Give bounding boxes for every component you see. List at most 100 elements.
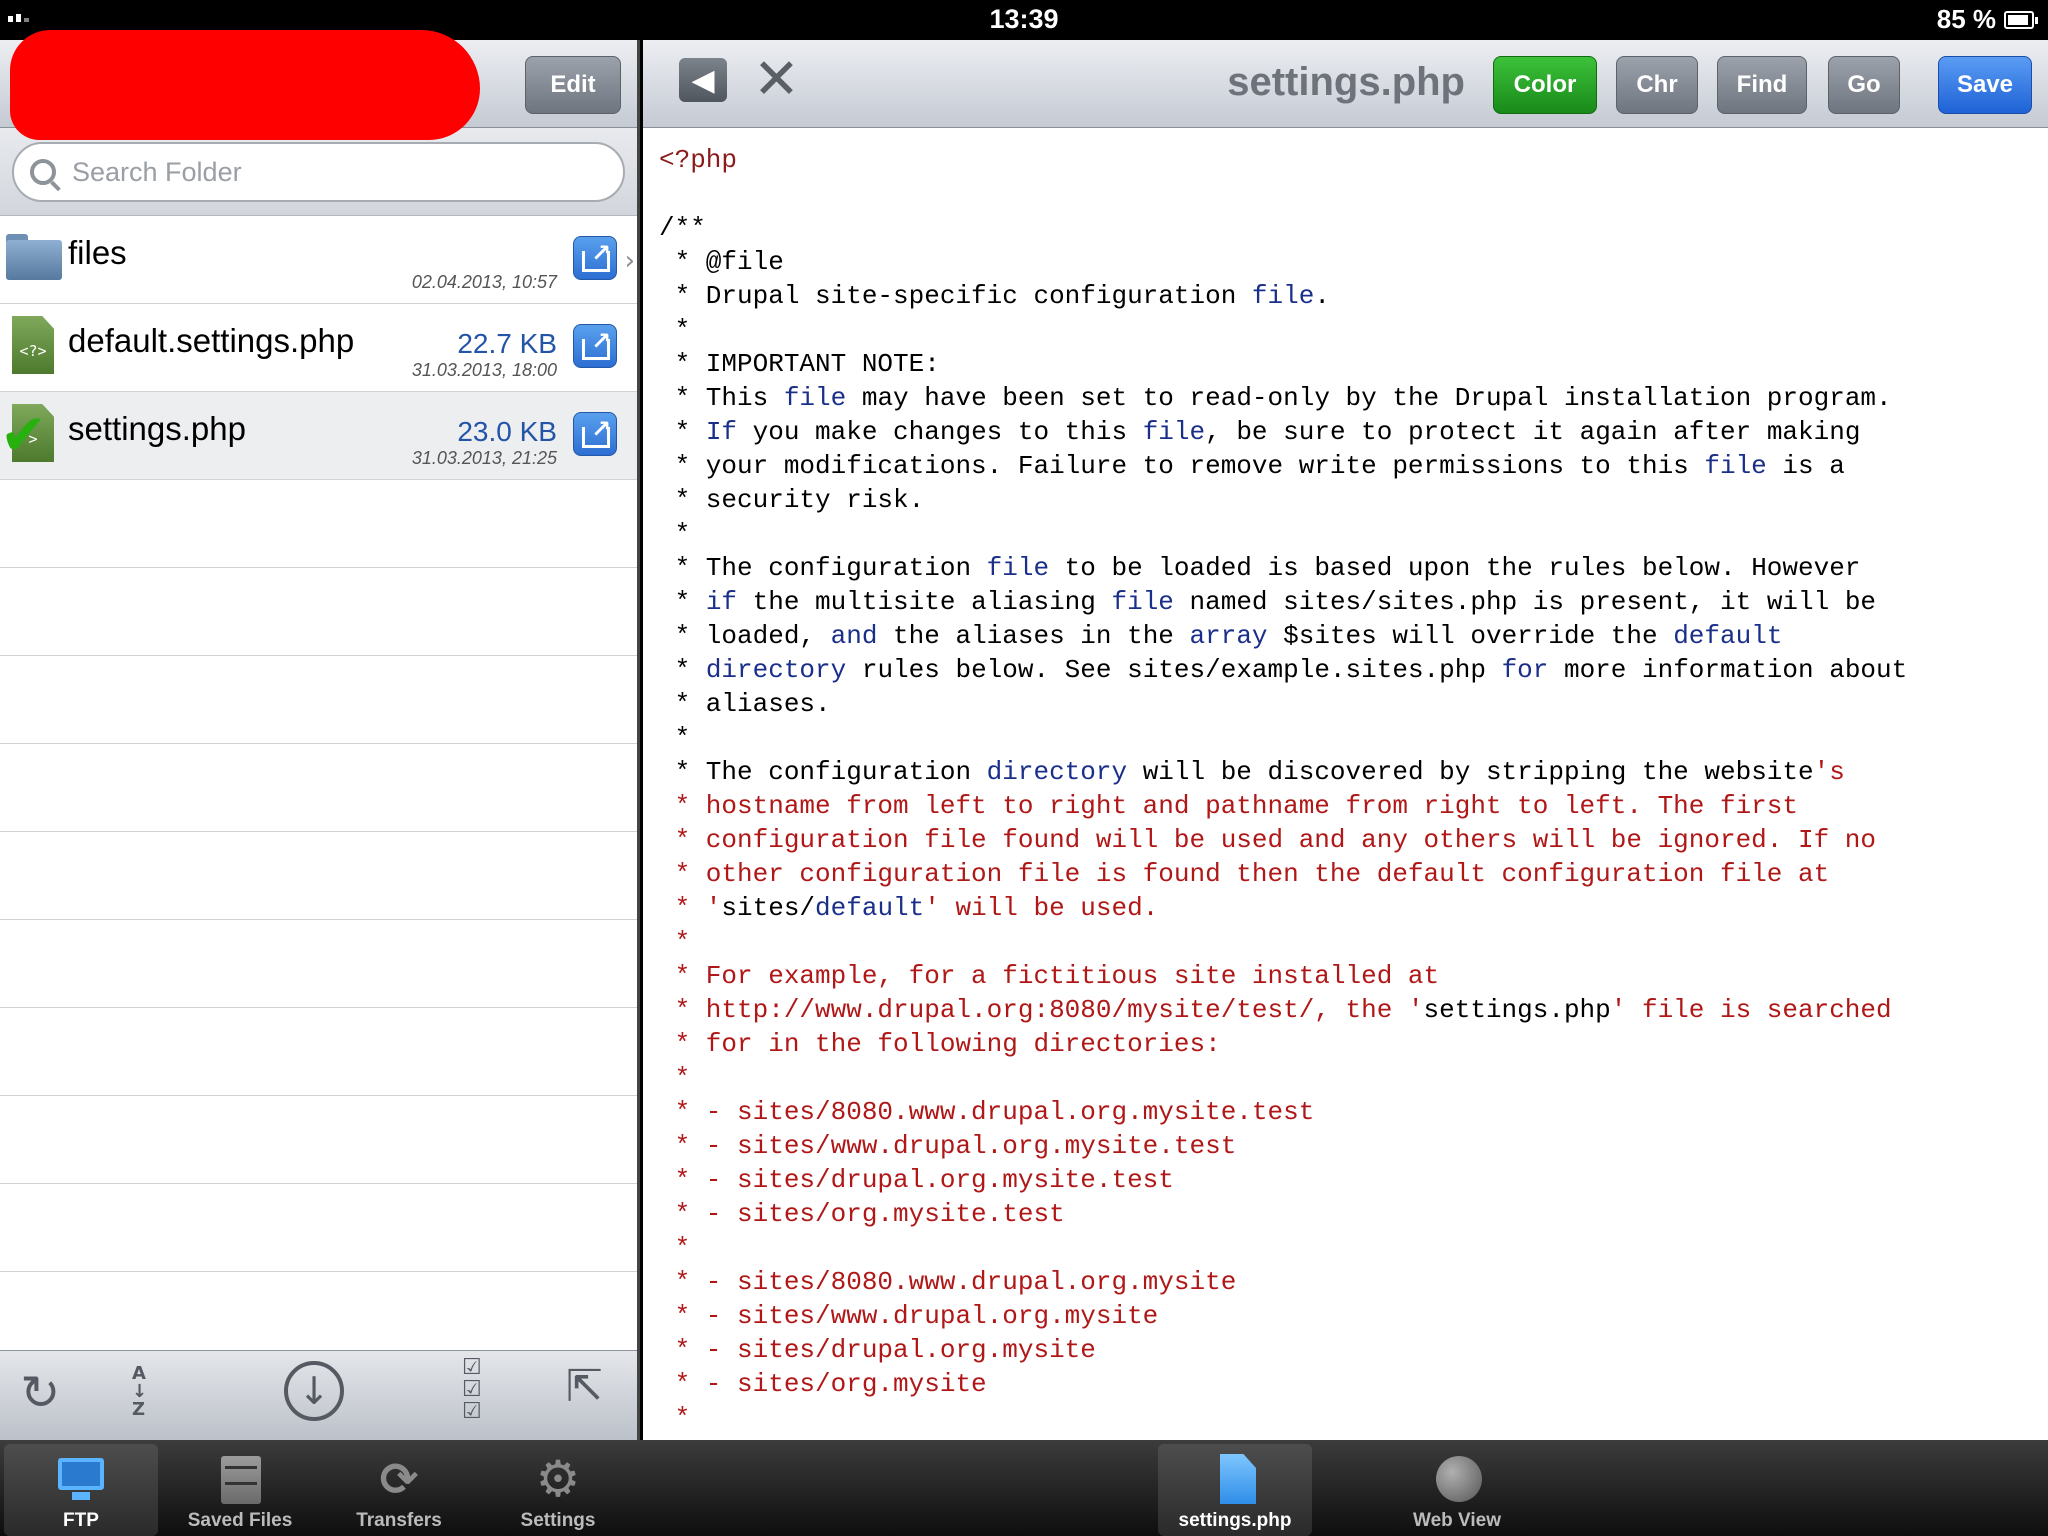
code-line: * configuration file found will be used … [659, 823, 2039, 857]
file-row-settings[interactable]: > ✔ settings.php 23.0 KB 31.03.2013, 21:… [0, 392, 637, 480]
php-file-icon: <?> [12, 316, 54, 374]
code-token: is a [1766, 451, 1845, 481]
code-token: if [705, 587, 738, 617]
code-token: * IMPORTANT NOTE: [659, 349, 940, 379]
code-token: the aliases in the [877, 621, 1190, 651]
edit-button[interactable]: Edit [525, 56, 621, 114]
code-line: * - sites/8080.www.drupal.org.mysite [659, 1265, 2039, 1299]
code-line: * - sites/www.drupal.org.mysite.test [659, 1129, 2039, 1163]
tab-label: FTP [63, 1510, 99, 1531]
export-icon[interactable]: ⇱ [566, 1361, 603, 1412]
document-icon [1210, 1454, 1260, 1504]
sort-az-icon[interactable]: A ↓ Z [132, 1365, 147, 1419]
globe-icon [1432, 1454, 1482, 1504]
refresh-icon[interactable]: ↻ [20, 1365, 60, 1421]
code-token: the multisite aliasing [737, 587, 1112, 617]
checklist-icon[interactable]: ☑ ☑ ☑ [462, 1357, 482, 1423]
share-icon[interactable] [573, 236, 617, 280]
tab-ftp[interactable]: FTP [4, 1444, 158, 1536]
code-token: * [659, 315, 691, 345]
code-line: <?php [659, 143, 2039, 177]
battery-indicator: 85 % [1936, 4, 2038, 35]
empty-row [0, 480, 637, 568]
code-token: ' will be used. [924, 893, 1159, 923]
code-token: * loaded, [659, 621, 831, 651]
code-token: * [659, 927, 691, 957]
code-line: * - sites/org.mysite.test [659, 1197, 2039, 1231]
empty-row [0, 1184, 637, 1272]
code-token: file [986, 553, 1050, 583]
code-token: named sites/sites.php is present, it wil… [1173, 587, 1877, 617]
code-token: $sites will override the [1267, 621, 1674, 651]
tab-label: Transfers [356, 1510, 442, 1531]
share-icon[interactable] [573, 324, 617, 368]
code-token: to be loaded is based upon the rules bel… [1049, 553, 1861, 583]
tab-saved-files[interactable]: Saved Files [163, 1444, 317, 1536]
tab-web-view[interactable]: Web View [1380, 1444, 1534, 1536]
code-token: * - sites/www.drupal.org.mysite [659, 1301, 1159, 1331]
code-line: * http://www.drupal.org:8080/mysite/test… [659, 993, 2039, 1027]
code-token: * other configuration file is found then… [659, 859, 1830, 889]
download-icon[interactable]: ↓ [284, 1361, 344, 1421]
code-token: * hostname from left to right and pathna… [659, 791, 1798, 821]
file-size: 23.0 KB [457, 416, 557, 447]
code-token: file [1251, 281, 1315, 311]
tab-bar: FTP Saved Files ⟳ Transfers ⚙ Settings s… [0, 1440, 2048, 1536]
code-line: * This file may have been set to read-on… [659, 381, 2039, 415]
code-token: directory [986, 757, 1128, 787]
code-token: * aliases. [659, 689, 831, 719]
tab-label: Saved Files [187, 1510, 293, 1531]
code-token: . [1314, 281, 1330, 311]
close-icon[interactable]: ✕ [753, 50, 800, 110]
code-token: * ' [659, 893, 722, 923]
gear-icon: ⚙ [535, 1450, 581, 1508]
code-line: * hostname from left to right and pathna… [659, 789, 2039, 823]
tab-transfers[interactable]: ⟳ Transfers [322, 1444, 476, 1536]
code-line: * - sites/8080.www.drupal.org.mysite.tes… [659, 1095, 2039, 1129]
code-line: * - sites/drupal.org.mysite.test [659, 1163, 2039, 1197]
left-nav-bar: Edit [0, 30, 637, 140]
battery-icon [2004, 10, 2038, 29]
code-line: * security risk. [659, 483, 2039, 517]
code-token: * The configuration [659, 757, 987, 787]
monitor-icon [56, 1454, 106, 1504]
file-name: files [68, 234, 127, 271]
battery-percent: 85 % [1936, 4, 1996, 34]
go-button[interactable]: Go [1828, 56, 1900, 114]
search-input[interactable] [72, 156, 572, 188]
code-token: file [783, 383, 847, 413]
code-line: /** [659, 211, 2039, 245]
save-button[interactable]: Save [1938, 56, 2032, 114]
redacted-area-overlap [20, 40, 320, 130]
code-line: * for in the following directories: [659, 1027, 2039, 1061]
color-button[interactable]: Color [1493, 56, 1597, 114]
file-name: settings.php [68, 410, 246, 447]
search-field-container[interactable] [12, 142, 625, 202]
code-token: * [659, 1063, 691, 1093]
code-token: , be sure to protect it again after maki… [1205, 417, 1861, 447]
tab-settings[interactable]: ⚙ Settings [481, 1444, 635, 1536]
empty-row [0, 1096, 637, 1184]
code-editor[interactable]: <?php /** * @file * Drupal site-specific … [659, 143, 2039, 1435]
code-token: * - sites/drupal.org.mysite.test [659, 1165, 1174, 1195]
find-button[interactable]: Find [1717, 56, 1807, 114]
code-token: * - sites/8080.www.drupal.org.mysite [659, 1267, 1237, 1297]
file-row-default-settings[interactable]: <?> default.settings.php 22.7 KB 31.03.2… [0, 304, 637, 392]
tab-document-settings-php[interactable]: settings.php [1158, 1444, 1312, 1536]
back-arrow-icon[interactable]: ◀ [679, 58, 727, 102]
code-token: If [705, 417, 738, 447]
tab-label: Settings [520, 1510, 596, 1531]
code-token: * @file [659, 247, 784, 277]
code-token: * security risk. [659, 485, 925, 515]
file-row-files[interactable]: files 02.04.2013, 10:57 › [0, 216, 637, 304]
code-token: * [659, 519, 691, 549]
code-token: and [830, 621, 878, 651]
code-token: * for in the following directories: [659, 1029, 1221, 1059]
chr-button[interactable]: Chr [1616, 56, 1698, 114]
code-token: file [1704, 451, 1767, 481]
share-icon[interactable] [573, 412, 617, 456]
code-line: * aliases. [659, 687, 2039, 721]
code-line: * [659, 925, 2039, 959]
code-token: file [1142, 417, 1206, 447]
